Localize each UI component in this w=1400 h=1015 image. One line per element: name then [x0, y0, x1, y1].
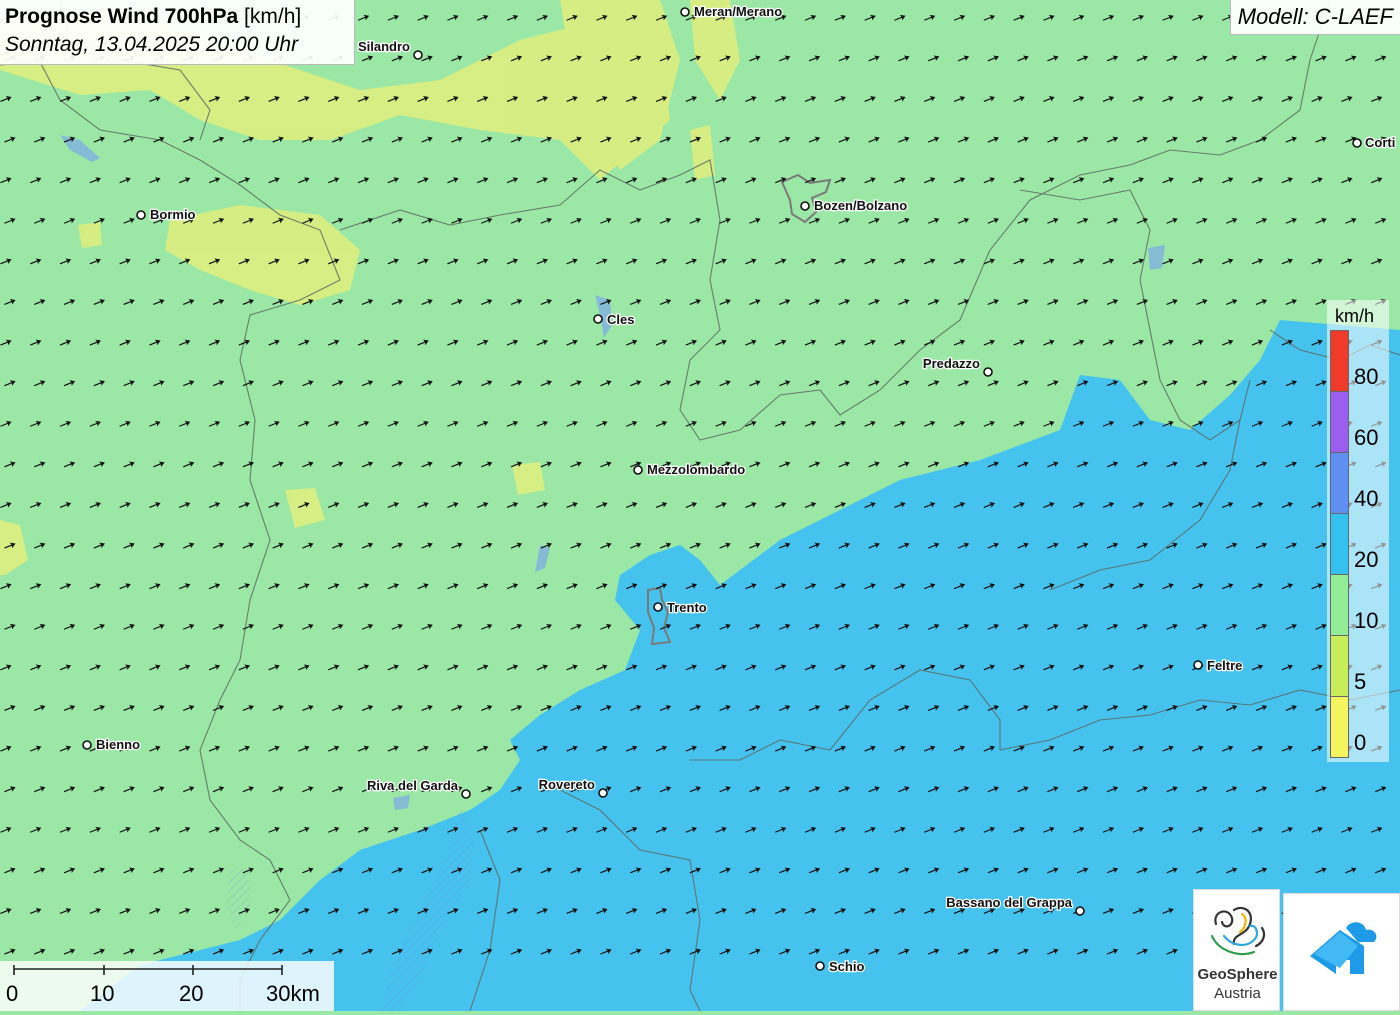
scale-label-30km: 30km [266, 981, 320, 1006]
cloud-house-icon [1310, 922, 1377, 974]
city-label: Bassano del Grappa [946, 895, 1072, 910]
model-label: Modell: C-LAEF [1229, 0, 1400, 35]
geosphere-name: GeoSphere [1197, 966, 1278, 983]
app-logo[interactable] [1283, 893, 1400, 1011]
legend-swatch [1330, 513, 1349, 575]
title-bold: Prognose Wind 700hPa [5, 5, 239, 28]
city-label: Bozen/Bolzano [814, 198, 907, 213]
legend-label: 60 [1354, 425, 1379, 450]
map-title: Prognose Wind 700hPa [km/h] [5, 5, 301, 29]
city-label: Trento [667, 600, 707, 615]
legend-label: 80 [1354, 364, 1379, 389]
city-marker [413, 50, 423, 60]
color-legend: km/h 80 60 40 20 10 5 0 [1327, 300, 1389, 762]
city-marker [1075, 906, 1085, 916]
city-label: Riva del Garda [367, 778, 459, 793]
legend-swatch [1330, 391, 1349, 453]
scale-label-0: 0 [6, 981, 19, 1006]
legend-swatch [1330, 635, 1349, 697]
legend-unit: km/h [1335, 306, 1375, 326]
city-label: Bienno [96, 737, 140, 752]
legend-label: 10 [1354, 608, 1379, 633]
forecast-datetime: Sonntag, 13.04.2025 20:00 Uhr [5, 33, 299, 56]
legend-label: 0 [1354, 730, 1367, 755]
legend-label: 5 [1354, 669, 1367, 694]
legend-swatch [1330, 696, 1349, 758]
city-label: Feltre [1207, 658, 1242, 673]
scale-bar: 0 10 20 30km [0, 961, 334, 1011]
scale-label-10: 10 [90, 981, 115, 1006]
wind-map: Meran/Merano Silandro Bormio Bozen/Bolzano C… [0, 0, 1400, 1011]
city-marker [82, 740, 92, 750]
city-label: Rovereto [539, 777, 595, 792]
city-label: Predazzo [923, 356, 980, 371]
city-marker [653, 602, 663, 612]
legend-swatch [1330, 452, 1349, 514]
city-label: Corti [1365, 135, 1395, 150]
city-label: Meran/Merano [694, 4, 782, 19]
map-title-panel: Prognose Wind 700hPa [km/h] Sonntag, 13.… [0, 0, 355, 65]
city-marker [461, 789, 471, 799]
legend-label: 20 [1354, 547, 1379, 572]
city-marker [983, 367, 993, 377]
geosphere-logo[interactable]: GeoSphere Austria [1193, 889, 1280, 1011]
city-label: Mezzolombardo [647, 462, 745, 477]
city-marker [815, 961, 825, 971]
city-label: Cles [607, 312, 634, 327]
city-marker [598, 788, 608, 798]
legend-swatch [1330, 574, 1349, 636]
city-marker [593, 314, 603, 324]
city-marker [136, 210, 146, 220]
city-marker [1352, 138, 1362, 148]
geosphere-sub: Austria [1214, 985, 1261, 1002]
legend-swatch [1330, 330, 1349, 392]
legend-label: 40 [1354, 486, 1379, 511]
scale-bar-line [13, 965, 283, 975]
city-marker [680, 7, 690, 17]
city-label: Bormio [150, 207, 196, 222]
city-label: Silandro [358, 39, 410, 54]
city-marker [800, 201, 810, 211]
city-marker [1193, 660, 1203, 670]
scale-label-20: 20 [179, 981, 204, 1006]
geosphere-swirl-icon [1210, 906, 1266, 956]
city-label: Schio [829, 959, 864, 974]
city-marker [633, 465, 643, 475]
title-unit: [km/h] [244, 5, 302, 28]
